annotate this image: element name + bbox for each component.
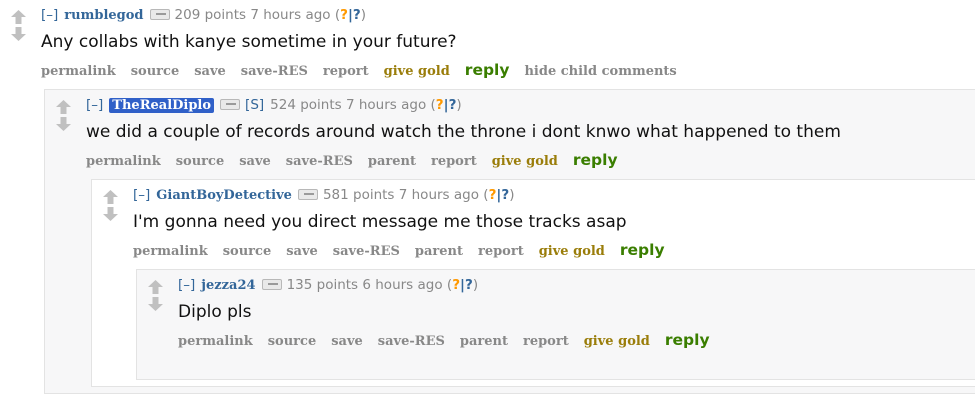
save-button[interactable]: save bbox=[286, 244, 318, 259]
report-button[interactable]: report bbox=[323, 64, 369, 79]
permalink-button[interactable]: permalink bbox=[41, 64, 116, 79]
vote-breakdown: (?|?) bbox=[430, 97, 462, 113]
comment-tagline: [–] jezza24 135 points 6 hours ago (?|?) bbox=[178, 276, 975, 295]
collapse-toggle[interactable]: [–] bbox=[133, 187, 150, 203]
author-link[interactable]: TheRealDiplo bbox=[109, 98, 215, 113]
permalink-button[interactable]: permalink bbox=[86, 154, 161, 169]
source-button[interactable]: source bbox=[176, 154, 224, 169]
reply-button[interactable]: reply bbox=[465, 61, 510, 79]
user-tag-icon[interactable] bbox=[261, 278, 282, 290]
vote-breakdown: (?|?) bbox=[483, 187, 515, 203]
give-gold-button[interactable]: give gold bbox=[492, 154, 558, 169]
collapse-toggle[interactable]: [–] bbox=[41, 7, 58, 23]
source-button[interactable]: source bbox=[131, 64, 179, 79]
hide-child-comments-button[interactable]: hide child comments bbox=[524, 64, 676, 79]
give-gold-button[interactable]: give gold bbox=[384, 64, 450, 79]
child-comment: [–] TheRealDiplo [S] 524 points 7 hours ago… bbox=[44, 89, 975, 394]
vote-controls bbox=[145, 276, 165, 311]
upvote-count-hidden: ? bbox=[340, 7, 348, 23]
downvote-count-hidden: ? bbox=[352, 7, 361, 23]
give-gold-button[interactable]: give gold bbox=[584, 334, 650, 349]
comment-buttons: permalink source save save-RES parent re… bbox=[178, 331, 975, 349]
comment-tagline: [–] rumblegod 209 points 7 hours ago (?|?) bbox=[41, 6, 975, 25]
save-res-button[interactable]: save-RES bbox=[241, 64, 308, 79]
comment-entry: [–] jezza24 135 points 6 hours ago (?|?) D… bbox=[178, 276, 975, 349]
comment-row: [–] jezza24 135 points 6 hours ago (?|?) D… bbox=[145, 276, 975, 349]
user-tag-icon[interactable] bbox=[220, 98, 241, 110]
upvote-arrow-icon[interactable] bbox=[55, 100, 71, 114]
comment-row: [–] GiantBoyDetective 581 points 7 hours a… bbox=[100, 186, 975, 259]
give-gold-button[interactable]: give gold bbox=[539, 244, 605, 259]
downvote-arrow-icon[interactable] bbox=[55, 117, 71, 131]
upvote-arrow-icon[interactable] bbox=[102, 190, 118, 204]
comment-entry: [–] rumblegod 209 points 7 hours ago (?|?)… bbox=[41, 6, 975, 79]
report-button[interactable]: report bbox=[523, 334, 569, 349]
vote-breakdown: (?|?) bbox=[334, 7, 367, 23]
vote-controls bbox=[100, 186, 120, 221]
permalink-button[interactable]: permalink bbox=[178, 334, 253, 349]
author-link[interactable]: jezza24 bbox=[201, 278, 255, 293]
reply-button[interactable]: reply bbox=[573, 151, 618, 169]
author-link[interactable]: GiantBoyDetective bbox=[156, 188, 292, 203]
score-and-age: 135 points 6 hours ago bbox=[286, 277, 443, 293]
vote-breakdown: (?|?) bbox=[446, 277, 479, 293]
vote-controls bbox=[53, 96, 73, 131]
downvote-count-hidden: ? bbox=[448, 97, 457, 113]
downvote-arrow-icon[interactable] bbox=[10, 27, 26, 41]
upvote-count-hidden: ? bbox=[452, 277, 461, 293]
score-and-age: 524 points 7 hours ago bbox=[270, 97, 427, 113]
save-res-button[interactable]: save-RES bbox=[378, 334, 445, 349]
downvote-count-hidden: ? bbox=[464, 277, 473, 293]
score-and-age: 209 points 7 hours ago bbox=[174, 7, 331, 23]
upvote-arrow-icon[interactable] bbox=[10, 10, 26, 24]
reply-button[interactable]: reply bbox=[620, 241, 665, 259]
comment-body: I'm gonna need you direct message me tho… bbox=[133, 212, 627, 232]
vote-controls bbox=[8, 6, 28, 41]
reply-button[interactable]: reply bbox=[665, 331, 710, 349]
submitter-badge: [S] bbox=[245, 97, 265, 113]
comment-body: Diplo pls bbox=[178, 302, 252, 322]
downvote-arrow-icon[interactable] bbox=[102, 207, 118, 221]
save-button[interactable]: save bbox=[194, 64, 226, 79]
permalink-button[interactable]: permalink bbox=[133, 244, 208, 259]
parent-button[interactable]: parent bbox=[415, 244, 463, 259]
comment: [–] rumblegod 209 points 7 hours ago (?|?)… bbox=[0, 0, 975, 394]
score-and-age: 581 points 7 hours ago bbox=[322, 187, 479, 203]
save-res-button[interactable]: save-RES bbox=[286, 154, 353, 169]
user-tag-icon[interactable] bbox=[297, 188, 318, 200]
comment-buttons: permalink source save save-RES parent re… bbox=[133, 241, 975, 259]
comment-entry: [–] GiantBoyDetective 581 points 7 hours a… bbox=[133, 186, 975, 259]
downvote-arrow-icon[interactable] bbox=[147, 297, 163, 311]
child-comment: [–] jezza24 135 points 6 hours ago (?|?) D… bbox=[136, 269, 975, 380]
upvote-arrow-icon[interactable] bbox=[147, 280, 163, 294]
save-res-button[interactable]: save-RES bbox=[333, 244, 400, 259]
author-link[interactable]: rumblegod bbox=[64, 8, 143, 23]
report-button[interactable]: report bbox=[431, 154, 477, 169]
comment-entry: [–] TheRealDiplo [S] 524 points 7 hours ago… bbox=[86, 96, 975, 169]
save-button[interactable]: save bbox=[239, 154, 271, 169]
comment-buttons: permalink source save save-RES report gi… bbox=[41, 61, 975, 79]
downvote-count-hidden: ? bbox=[501, 187, 510, 203]
child-comment: [–] GiantBoyDetective 581 points 7 hours a… bbox=[91, 179, 975, 387]
report-button[interactable]: report bbox=[478, 244, 524, 259]
comment-tagline: [–] GiantBoyDetective 581 points 7 hours a… bbox=[133, 186, 975, 205]
comment-row: [–] rumblegod 209 points 7 hours ago (?|?)… bbox=[8, 6, 975, 79]
comment-body: Any collabs with kanye sometime in your … bbox=[41, 32, 457, 52]
parent-button[interactable]: parent bbox=[460, 334, 508, 349]
source-button[interactable]: source bbox=[268, 334, 316, 349]
parent-button[interactable]: parent bbox=[368, 154, 416, 169]
save-button[interactable]: save bbox=[331, 334, 363, 349]
source-button[interactable]: source bbox=[223, 244, 271, 259]
comment-tagline: [–] TheRealDiplo [S] 524 points 7 hours ago… bbox=[86, 96, 975, 115]
comment-buttons: permalink source save save-RES parent re… bbox=[86, 151, 975, 169]
collapse-toggle[interactable]: [–] bbox=[178, 277, 195, 293]
collapse-toggle[interactable]: [–] bbox=[86, 97, 103, 113]
comment-row: [–] TheRealDiplo [S] 524 points 7 hours ago… bbox=[53, 96, 975, 169]
user-tag-icon[interactable] bbox=[149, 8, 170, 20]
upvote-count-hidden: ? bbox=[435, 97, 444, 113]
comment-body: we did a couple of records around watch … bbox=[86, 122, 841, 142]
